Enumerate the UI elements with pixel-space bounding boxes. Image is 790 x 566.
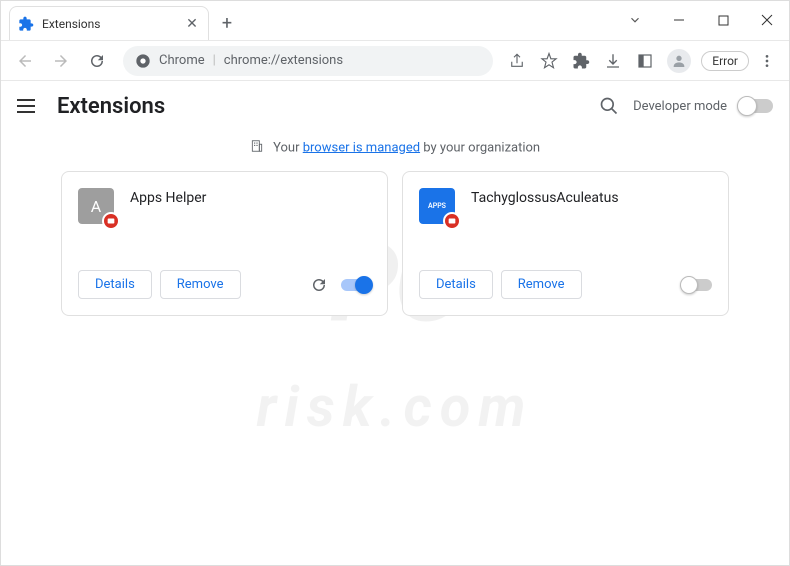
remove-button[interactable]: Remove [160,270,241,299]
avatar-letter: A [91,197,101,216]
kebab-menu-icon[interactable] [753,47,781,75]
managed-post-text: by your organization [420,140,540,155]
extension-name: Apps Helper [130,188,206,258]
page-title: Extensions [57,94,165,119]
extension-card: APPS TachyglossusAculeatus Details Remov… [402,171,729,316]
extension-enable-toggle[interactable] [341,279,371,291]
close-window-button[interactable] [757,0,777,40]
omnibox-context: Chrome [159,53,205,68]
titlebar: Extensions ✕ + [1,1,789,41]
extension-puzzle-icon [18,16,34,32]
hamburger-menu-icon[interactable] [17,94,41,118]
error-indicator[interactable]: Error [701,51,749,71]
toolbar: Chrome | chrome://extensions Error [1,41,789,81]
extension-name: TachyglossusAculeatus [471,188,619,258]
search-icon[interactable] [597,94,621,118]
managed-link[interactable]: browser is managed [303,140,420,155]
warning-badge-icon [102,212,120,230]
bookmark-star-icon[interactable] [535,47,563,75]
chrome-icon [135,53,151,69]
extensions-grid: A Apps Helper Details Remove APPS Tachyg… [61,171,729,316]
extension-avatar: APPS [419,188,455,224]
chevron-down-icon[interactable] [625,0,645,40]
warning-badge-icon [443,212,461,230]
avatar-letter: APPS [428,202,446,210]
remove-button[interactable]: Remove [501,270,582,299]
details-button[interactable]: Details [78,270,152,299]
reload-button[interactable] [81,45,113,77]
extension-avatar: A [78,188,114,224]
watermark-sub: risk.com [257,374,534,440]
managed-banner: Your browser is managed by your organiza… [61,131,729,171]
back-button[interactable] [9,45,41,77]
tab-close-button[interactable]: ✕ [184,16,200,32]
window-controls [613,0,789,40]
managed-pre-text: Your [273,140,303,155]
developer-mode-toggle[interactable] [739,99,773,113]
extensions-icon[interactable] [567,47,595,75]
browser-tab[interactable]: Extensions ✕ [9,6,209,40]
details-button[interactable]: Details [419,270,493,299]
address-bar[interactable]: Chrome | chrome://extensions [123,46,493,76]
extension-enable-toggle[interactable] [682,279,712,291]
share-icon[interactable] [503,47,531,75]
building-icon [250,139,264,157]
new-tab-button[interactable]: + [213,9,241,37]
developer-mode-label: Developer mode [633,99,727,114]
page-header: Extensions Developer mode [1,81,789,131]
reload-extension-icon[interactable] [305,271,333,299]
download-icon[interactable] [599,47,627,75]
tab-title: Extensions [42,17,176,31]
extension-card: A Apps Helper Details Remove [61,171,388,316]
content-area: Your browser is managed by your organiza… [1,131,789,316]
side-panel-icon[interactable] [631,47,659,75]
omnibox-url: chrome://extensions [224,53,343,68]
forward-button[interactable] [45,45,77,77]
minimize-button[interactable] [669,0,689,40]
maximize-button[interactable] [713,0,733,40]
profile-avatar-icon[interactable] [667,49,691,73]
omnibox-divider: | [213,53,216,68]
